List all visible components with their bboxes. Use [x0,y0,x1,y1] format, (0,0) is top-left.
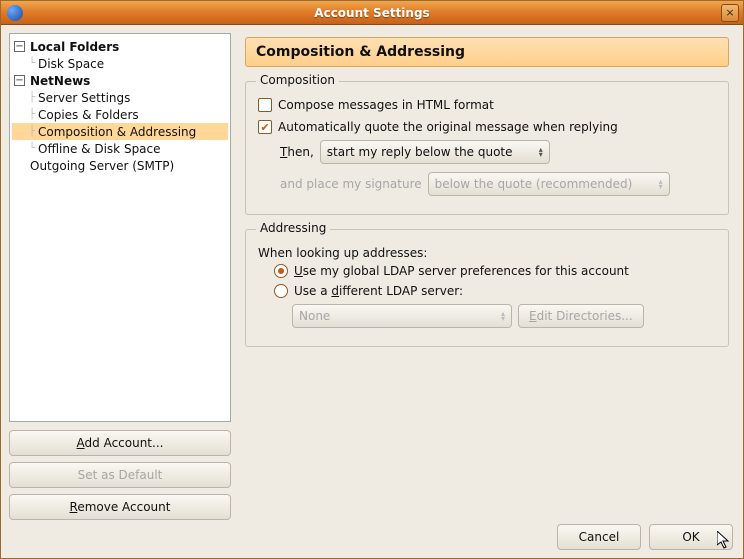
ldap-different-radio[interactable] [274,284,288,298]
lookup-label-row: When looking up addresses: [258,246,716,260]
sidepane: − Local Folders └ Disk Space − NetNews ├… [9,33,231,520]
close-icon[interactable]: × [721,4,739,22]
auto-quote-row[interactable]: Automatically quote the original message… [258,120,716,134]
tree-item-netnews[interactable]: − NetNews [12,72,228,89]
window: Account Settings × − Local Folders └ Dis… [0,0,744,559]
tree-item-copies-folders[interactable]: ├ Copies & Folders [12,106,228,123]
content: − Local Folders └ Disk Space − NetNews ├… [1,25,743,558]
ldap-global-radio[interactable] [274,264,288,278]
set-default-button: Set as Default [9,462,231,488]
addressing-legend: Addressing [256,221,330,235]
composition-group: Composition Compose messages in HTML for… [245,81,729,215]
cursor-icon [717,531,733,551]
footer-buttons: Cancel OK [9,524,735,550]
window-title: Account Settings [314,6,429,20]
tree-item-composition-addressing[interactable]: ├ Composition & Addressing [12,123,228,140]
collapse-icon[interactable]: − [14,41,25,52]
spinner-icon: ▴▾ [659,179,663,189]
then-label: Then, [280,145,314,159]
ldap-server-select: None ▴▾ [292,304,512,328]
collapse-icon[interactable]: − [14,75,25,86]
addressing-group: Addressing When looking up addresses: Us… [245,229,729,347]
ldap-global-row[interactable]: Use my global LDAP server preferences fo… [274,264,716,278]
page-title: Composition & Addressing [245,37,729,67]
lookup-label: When looking up addresses: [258,246,427,260]
tree-item-outgoing-server[interactable]: Outgoing Server (SMTP) [12,157,228,174]
html-format-label: Compose messages in HTML format [278,98,494,112]
mainpane: Composition & Addressing Composition Com… [239,33,735,520]
tree-item-local-folders[interactable]: − Local Folders [12,38,228,55]
tree-item-server-settings[interactable]: ├ Server Settings [12,89,228,106]
tree-item-disk-space[interactable]: └ Disk Space [12,55,228,72]
html-format-row[interactable]: Compose messages in HTML format [258,98,716,112]
remove-account-button[interactable]: Remove Account [9,494,231,520]
cancel-button[interactable]: Cancel [557,524,641,550]
add-account-button[interactable]: Add Account... [9,430,231,456]
signature-label: and place my signature [280,177,422,191]
titlebar: Account Settings × [1,1,743,25]
ldap-different-label: Use a different LDAP server: [294,284,463,298]
app-icon [7,5,23,21]
accounts-tree[interactable]: − Local Folders └ Disk Space − NetNews ├… [9,33,231,422]
html-format-checkbox[interactable] [258,98,272,112]
auto-quote-label: Automatically quote the original message… [278,120,618,134]
auto-quote-checkbox[interactable] [258,120,272,134]
reply-position-select[interactable]: start my reply below the quote ▴▾ [320,140,550,164]
edit-directories-button: Edit Directories... [518,304,644,328]
signature-row: and place my signature below the quote (… [280,172,716,196]
tree-item-offline-disk-space[interactable]: └ Offline & Disk Space [12,140,228,157]
spinner-icon: ▴▾ [539,147,543,157]
then-row: Then, start my reply below the quote ▴▾ [280,140,716,164]
signature-position-select: below the quote (recommended) ▴▾ [428,172,670,196]
composition-legend: Composition [256,73,339,87]
spinner-icon: ▴▾ [501,311,505,321]
ldap-different-row[interactable]: Use a different LDAP server: [274,284,716,298]
ldap-global-label: Use my global LDAP server preferences fo… [294,264,629,278]
ldap-server-row: None ▴▾ Edit Directories... [292,304,716,328]
